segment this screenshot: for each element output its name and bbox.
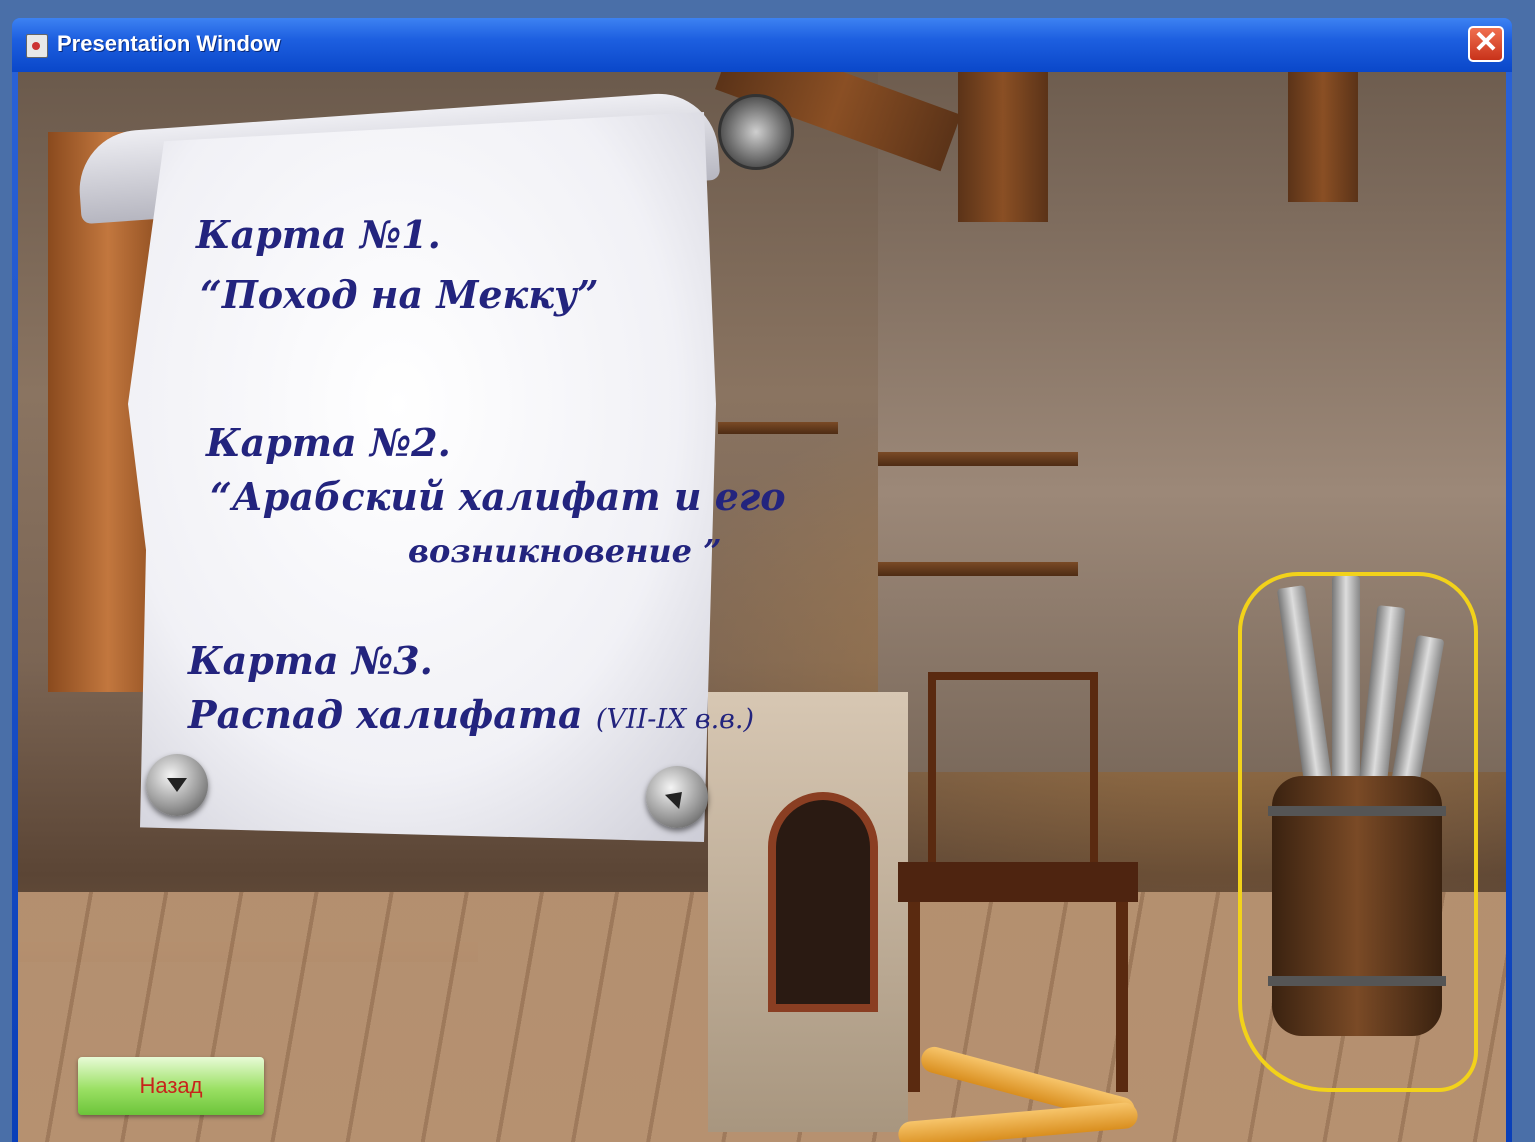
- rolled-map: [1276, 585, 1336, 807]
- map-3-number[interactable]: Карта №3.: [188, 638, 433, 683]
- map-3-title-text: Распад халифата: [188, 692, 583, 737]
- window-title: Presentation Window: [57, 31, 281, 56]
- map-2-title-line2[interactable]: возникновение ”: [408, 532, 722, 570]
- triangle-down-icon: [167, 778, 187, 792]
- pin-icon: [718, 94, 794, 170]
- chair-seat: [898, 862, 1138, 902]
- ceiling-beam: [958, 72, 1048, 222]
- app-icon: [26, 34, 48, 58]
- scroll-barrel[interactable]: [1238, 572, 1478, 1092]
- shelf: [878, 452, 1078, 466]
- triangle-up-left-icon: [664, 784, 690, 810]
- map-2-number[interactable]: Карта №2.: [206, 420, 451, 465]
- map-3-period: (VII-IX в.в.): [595, 704, 755, 735]
- wooden-chair: [898, 672, 1138, 1092]
- shelf: [718, 422, 838, 434]
- rolled-map: [1332, 576, 1360, 806]
- ceiling-beam: [1288, 72, 1358, 202]
- close-button[interactable]: ✕: [1468, 26, 1504, 62]
- oven-arch: [768, 792, 878, 1012]
- chair-leg: [908, 902, 920, 1092]
- barrel-hoop: [1268, 976, 1446, 986]
- previous-button[interactable]: [146, 754, 208, 816]
- barrel: [1268, 776, 1446, 1036]
- barrel-hoop: [1268, 806, 1446, 816]
- map-1-title[interactable]: “Поход на Мекку”: [200, 272, 599, 317]
- presentation-window: Presentation Window ✕ Карта №1. “Поход н…: [12, 18, 1512, 1142]
- next-button[interactable]: [646, 766, 708, 828]
- chair-leg: [1116, 902, 1128, 1092]
- shelf: [878, 562, 1078, 576]
- title-bar[interactable]: Presentation Window ✕: [12, 18, 1512, 72]
- chair-back: [928, 672, 1098, 872]
- map-3-title[interactable]: Распад халифата (VII-IX в.в.): [188, 692, 754, 737]
- room-scene: Карта №1. “Поход на Мекку” Карта №2. “Ар…: [18, 72, 1506, 1142]
- back-button[interactable]: Назад: [78, 1057, 264, 1115]
- map-2-title-line1[interactable]: “Арабский халифат и его: [210, 474, 786, 519]
- map-1-number[interactable]: Карта №1.: [196, 212, 441, 257]
